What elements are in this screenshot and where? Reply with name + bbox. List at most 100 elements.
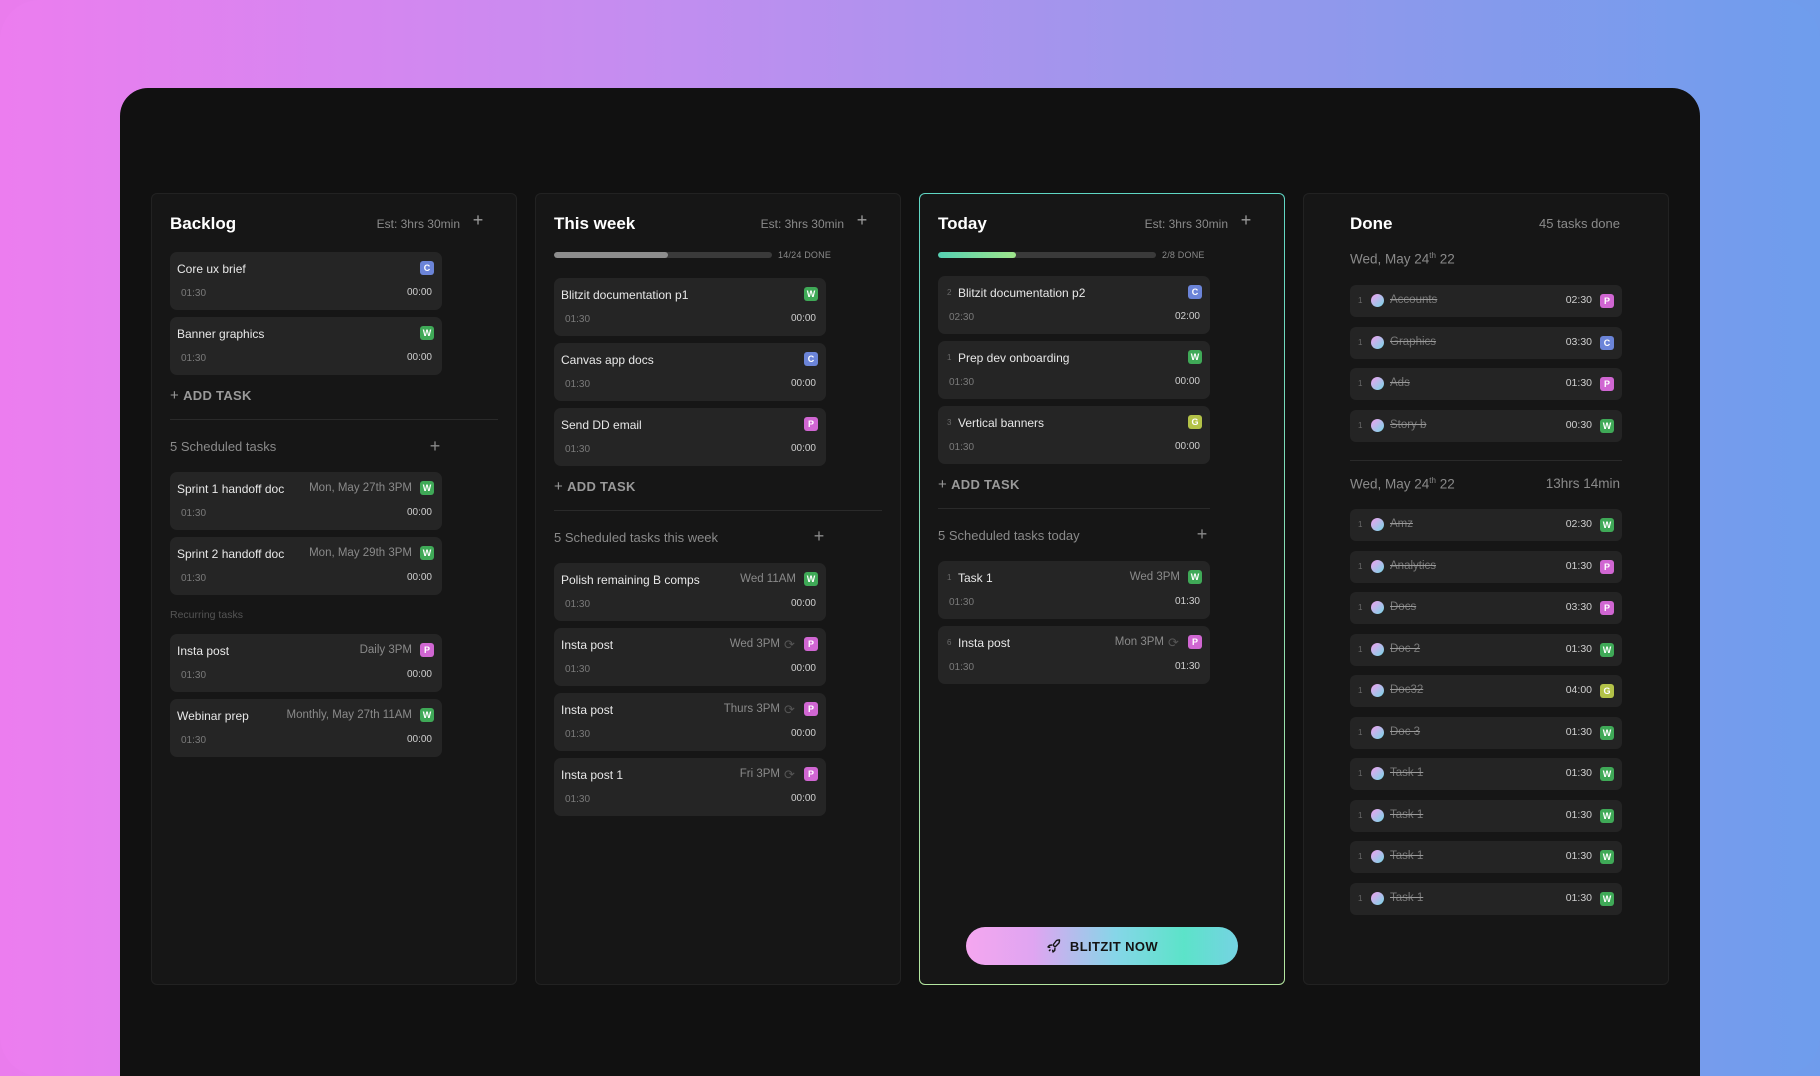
check-circle-icon[interactable] xyxy=(1371,684,1384,697)
done-count: 45 tasks done xyxy=(1539,216,1620,231)
category-badge[interactable]: C xyxy=(1188,285,1202,299)
category-badge[interactable]: P xyxy=(1600,559,1614,574)
check-circle-icon[interactable] xyxy=(1371,518,1384,531)
task-schedule: Mon, May 27th 3PM xyxy=(309,482,412,494)
done-task-row[interactable]: 1 Ads 01:30 P xyxy=(1350,368,1622,400)
category-badge[interactable]: P xyxy=(420,643,434,657)
add-icon[interactable]: + xyxy=(470,211,486,229)
add-task-button[interactable]: + ADD TASK xyxy=(554,478,636,496)
check-circle-icon[interactable] xyxy=(1371,642,1384,656)
task-card[interactable]: Banner graphics W 01:30 00:00 xyxy=(170,317,442,375)
check-circle-icon[interactable] xyxy=(1371,418,1384,432)
category-badge[interactable]: W xyxy=(1600,808,1614,823)
category-badge[interactable]: P xyxy=(1188,635,1202,649)
add-task-button[interactable]: + ADD TASK xyxy=(170,387,252,405)
task-card[interactable]: Core ux brief C 01:30 00:00 xyxy=(170,252,442,310)
check-circle-icon[interactable] xyxy=(1371,808,1384,822)
check-circle-icon[interactable] xyxy=(1371,891,1384,905)
task-card[interactable]: Webinar prep Monthly, May 27th 11AM W 01:30… xyxy=(170,699,442,757)
category-badge[interactable]: G xyxy=(1188,415,1202,429)
blitzit-now-button[interactable]: BLITZIT NOW xyxy=(966,927,1238,965)
done-task-title: Analytics xyxy=(1390,559,1437,572)
category-badge[interactable]: W xyxy=(420,481,434,495)
done-task-row[interactable]: 1 Amz 02:30 W xyxy=(1350,509,1622,541)
category-badge[interactable]: W xyxy=(1600,642,1614,657)
done-task-row[interactable]: 1 Doc 2 01:30 W xyxy=(1350,633,1622,666)
check-circle-icon[interactable] xyxy=(1371,767,1384,780)
category-badge[interactable]: P xyxy=(804,637,818,651)
done-task-row[interactable]: 1 Doc32 04:00 G xyxy=(1350,675,1622,707)
done-task-row[interactable]: 1 Task 1 01:30 W xyxy=(1350,758,1622,790)
task-order: 1 xyxy=(1358,810,1363,820)
category-badge[interactable]: P xyxy=(804,702,818,716)
category-badge[interactable]: W xyxy=(1600,418,1614,433)
category-badge[interactable]: C xyxy=(1600,335,1614,350)
add-icon[interactable]: + xyxy=(854,211,870,229)
task-card[interactable]: Polish remaining B comps Wed 11AM W 01:30 00… xyxy=(554,563,826,621)
task-card[interactable]: Insta post Wed 3PM ⟳ P 01:30 00:00 xyxy=(554,628,826,686)
category-badge[interactable]: W xyxy=(1600,518,1614,532)
task-card[interactable]: Sprint 1 handoff doc Mon, May 27th 3PM W 01… xyxy=(170,472,442,530)
category-badge[interactable]: W xyxy=(1600,725,1614,740)
check-circle-icon[interactable] xyxy=(1371,294,1384,307)
add-scheduled-icon[interactable]: + xyxy=(1194,525,1210,543)
check-circle-icon[interactable] xyxy=(1371,601,1384,614)
done-task-row[interactable]: 1 Doc 3 01:30 W xyxy=(1350,716,1622,749)
task-card[interactable]: Send DD email P 01:30 00:00 xyxy=(554,408,826,466)
task-card[interactable]: Insta post 1 Fri 3PM ⟳ P 01:30 00:00 xyxy=(554,758,826,816)
done-task-row[interactable]: 1 Graphics 03:30 C xyxy=(1350,326,1622,359)
task-estimate: 01:30 xyxy=(565,379,591,390)
done-task-row[interactable]: 1 Task 1 01:30 W xyxy=(1350,841,1622,873)
task-card[interactable]: 1 Task 1 Wed 3PM W 01:30 01:30 xyxy=(938,561,1210,619)
task-schedule: Thurs 3PM xyxy=(723,703,780,715)
category-badge[interactable]: C xyxy=(804,352,818,366)
done-task-row[interactable]: 1 Accounts 02:30 P xyxy=(1350,285,1622,317)
category-badge[interactable]: W xyxy=(1188,350,1202,364)
done-task-row[interactable]: 1 Analytics 01:30 P xyxy=(1350,550,1622,583)
add-task-button[interactable]: + ADD TASK xyxy=(938,476,1020,494)
check-circle-icon[interactable] xyxy=(1371,335,1384,349)
task-card[interactable]: Blitzit documentation p1 W 01:30 00:00 xyxy=(554,278,826,336)
category-badge[interactable]: P xyxy=(1600,601,1614,615)
category-badge[interactable]: G xyxy=(1600,684,1614,698)
task-estimate: 01:30 xyxy=(181,670,207,681)
category-badge[interactable]: W xyxy=(420,708,434,722)
category-badge[interactable]: P xyxy=(1600,294,1614,308)
category-badge[interactable]: W xyxy=(420,546,434,560)
task-card[interactable]: Sprint 2 handoff doc Mon, May 29th 3PM W 01… xyxy=(170,537,442,595)
category-badge[interactable]: W xyxy=(804,287,818,301)
task-time-spent: 00:00 xyxy=(790,313,816,324)
task-card[interactable]: 2 Blitzit documentation p2 C 02:30 02:00 xyxy=(938,276,1210,334)
category-badge[interactable]: W xyxy=(804,572,818,586)
category-badge[interactable]: W xyxy=(420,326,434,340)
column-estimate: Est: 3hrs 30min xyxy=(376,217,460,231)
today-column: Today Est: 3hrs 30min + 2/8 DONE 2 Blitzi… xyxy=(919,193,1285,985)
check-circle-icon[interactable] xyxy=(1371,559,1384,573)
task-card[interactable]: 6 Insta post Mon 3PM ⟳ P 01:30 01:30 xyxy=(938,626,1210,684)
add-scheduled-icon[interactable]: + xyxy=(427,437,443,455)
category-badge[interactable]: P xyxy=(1600,377,1614,391)
task-card[interactable]: Canvas app docs C 01:30 00:00 xyxy=(554,343,826,401)
done-task-row[interactable]: 1 Docs 03:30 P xyxy=(1350,592,1622,624)
category-badge[interactable]: C xyxy=(420,261,434,275)
task-estimate: 01:30 xyxy=(949,662,975,673)
check-circle-icon[interactable] xyxy=(1371,850,1384,863)
task-card[interactable]: 1 Prep dev onboarding W 01:30 00:00 xyxy=(938,341,1210,399)
task-card[interactable]: Insta post Daily 3PM P 01:30 00:00 xyxy=(170,634,442,692)
category-badge[interactable]: W xyxy=(1600,891,1614,906)
category-badge[interactable]: W xyxy=(1188,570,1202,584)
category-badge[interactable]: P xyxy=(804,417,818,431)
check-circle-icon[interactable] xyxy=(1371,377,1384,390)
done-task-row[interactable]: 1 Story b 00:30 W xyxy=(1350,409,1622,442)
add-scheduled-icon[interactable]: + xyxy=(811,527,827,545)
done-task-row[interactable]: 1 Task 1 01:30 W xyxy=(1350,882,1622,915)
add-icon[interactable]: + xyxy=(1238,211,1254,229)
category-badge[interactable]: P xyxy=(804,767,818,781)
category-badge[interactable]: W xyxy=(1600,850,1614,864)
task-title: Sprint 2 handoff doc xyxy=(177,547,285,561)
task-card[interactable]: 3 Vertical banners G 01:30 00:00 xyxy=(938,406,1210,464)
check-circle-icon[interactable] xyxy=(1371,725,1384,739)
category-badge[interactable]: W xyxy=(1600,767,1614,781)
task-card[interactable]: Insta post Thurs 3PM ⟳ P 01:30 00:00 xyxy=(554,693,826,751)
done-task-row[interactable]: 1 Task 1 01:30 W xyxy=(1350,799,1622,832)
